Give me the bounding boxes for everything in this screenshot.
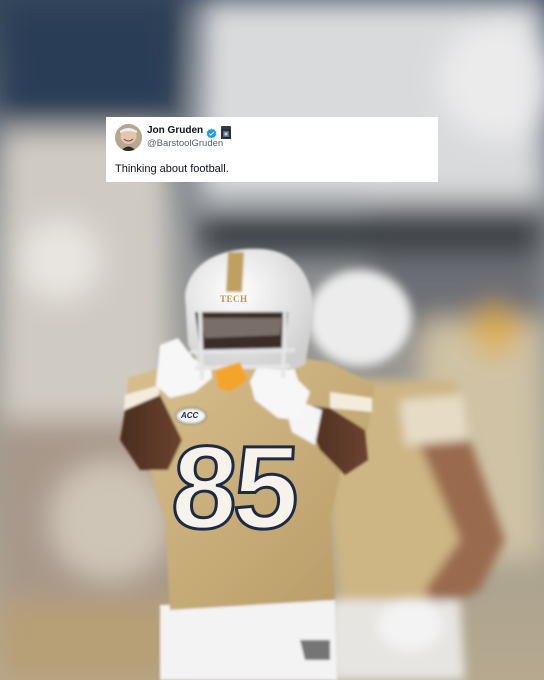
background-photo: TECH ACC 85 [0, 0, 544, 680]
helmet-logo-text: TECH [220, 294, 248, 304]
tweet-text: Thinking about football. [115, 163, 229, 175]
verified-badge-icon [206, 126, 217, 138]
affiliate-badge-icon [221, 126, 232, 139]
avatar[interactable] [115, 124, 142, 151]
name-row: Jon Gruden [147, 125, 232, 139]
display-name[interactable]: Jon Gruden [147, 125, 203, 137]
tweet-card[interactable]: Jon Gruden @BarstoolGruden Thinking abou… [106, 117, 438, 182]
handle[interactable]: @BarstoolGruden [147, 138, 223, 149]
jersey-number: 85 [167, 421, 300, 556]
